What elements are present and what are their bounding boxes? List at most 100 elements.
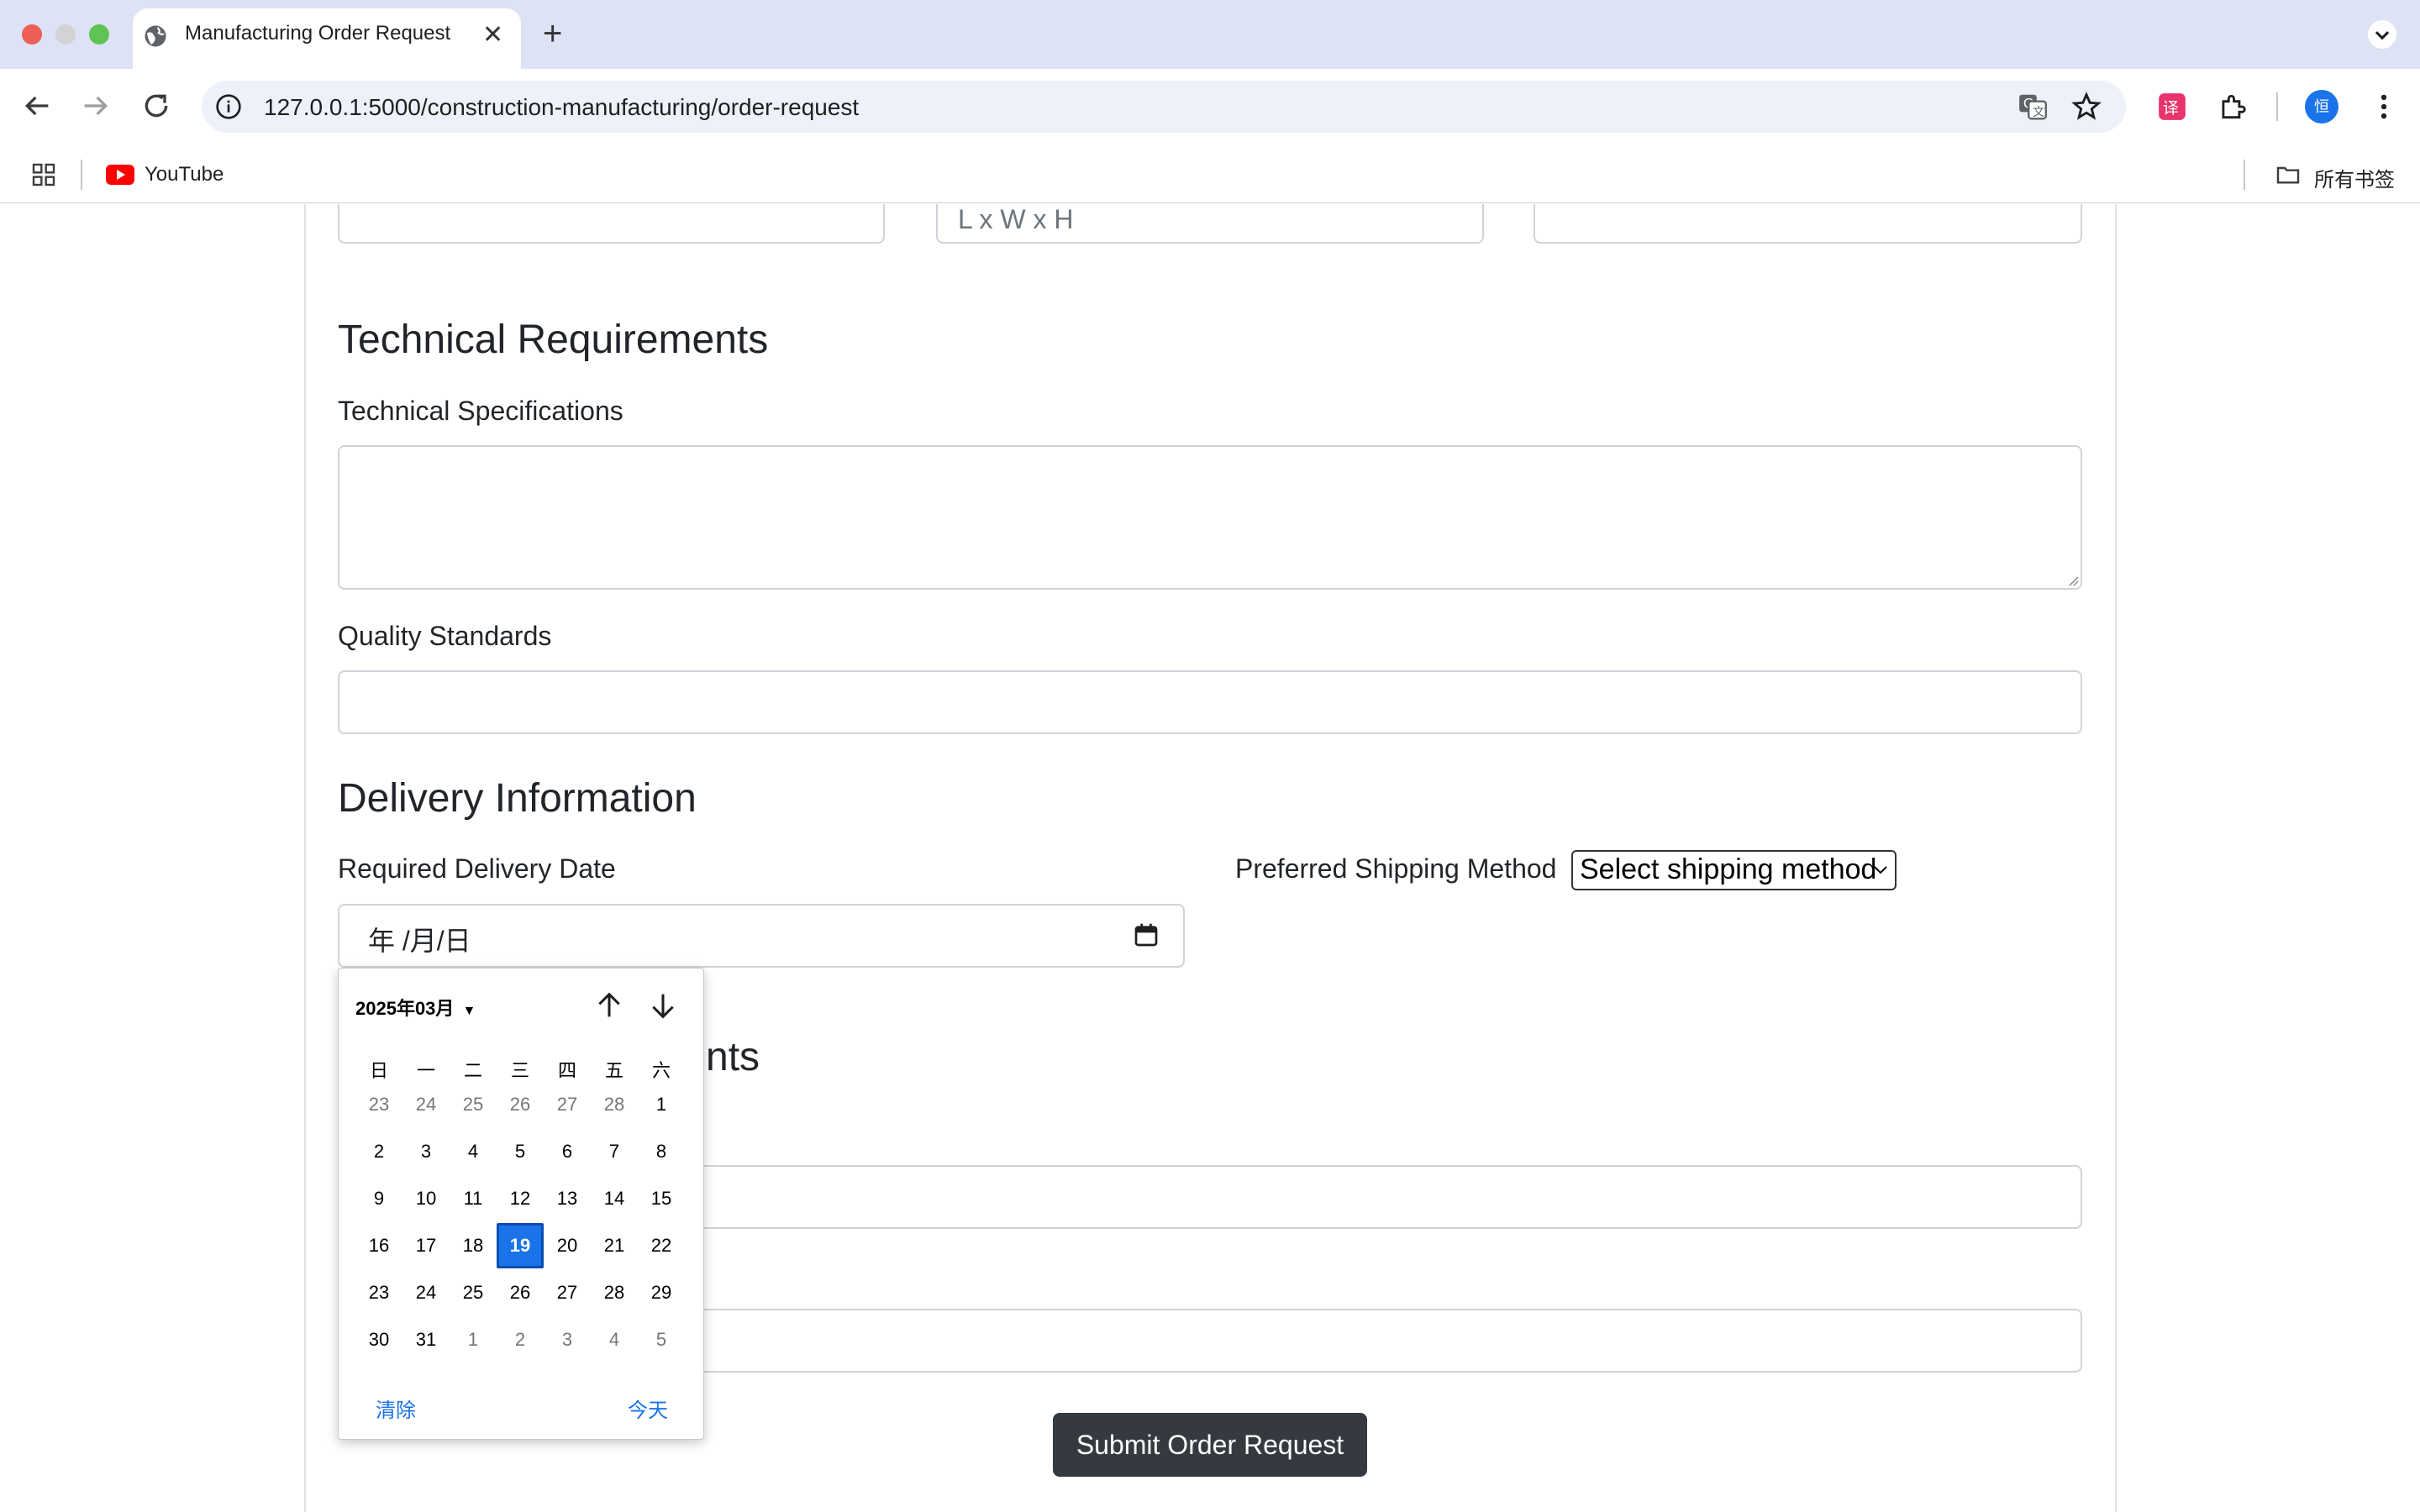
- calendar-day[interactable]: 6: [544, 1129, 591, 1174]
- maximize-window-button[interactable]: [89, 24, 109, 45]
- calendar-day[interactable]: 1: [638, 1082, 685, 1127]
- calendar-day[interactable]: 2: [497, 1317, 544, 1362]
- calendar-day[interactable]: 24: [402, 1082, 450, 1127]
- calendar-day[interactable]: 24: [402, 1270, 450, 1315]
- bookmarks-divider: [81, 160, 82, 190]
- calendar-day[interactable]: 20: [544, 1223, 591, 1268]
- calendar-day[interactable]: 2: [355, 1129, 402, 1174]
- weekday-header: 日: [369, 1060, 388, 1081]
- resize-handle-icon[interactable]: [2065, 573, 2079, 586]
- today-button[interactable]: 今天: [628, 1394, 668, 1423]
- calendar-day[interactable]: 16: [355, 1223, 402, 1268]
- calendar-day[interactable]: 10: [402, 1176, 450, 1221]
- translator-extension-icon[interactable]: 译: [2156, 91, 2188, 123]
- calendar-day[interactable]: 28: [591, 1082, 638, 1127]
- minimize-window-button[interactable]: [55, 24, 76, 45]
- close-window-button[interactable]: [22, 24, 42, 45]
- calendar-day[interactable]: 18: [450, 1223, 497, 1268]
- calendar-day[interactable]: 29: [638, 1270, 685, 1315]
- shipping-method-select[interactable]: Select shipping method: [1571, 850, 1897, 890]
- globe-icon: [145, 25, 166, 47]
- calendar-day[interactable]: 31: [402, 1317, 450, 1362]
- bookmarks-bar: [0, 144, 2420, 203]
- translate-icon[interactable]: G 文: [2017, 91, 2049, 123]
- month-year-selector[interactable]: 2025年03月 ▼: [355, 994, 476, 1021]
- calendar-day[interactable]: 21: [591, 1223, 638, 1268]
- dimensions-placeholder: L x W x H: [958, 204, 1074, 234]
- calendar-day[interactable]: 5: [497, 1129, 544, 1174]
- previous-month-arrow-icon[interactable]: [592, 989, 626, 1022]
- calendar-icon[interactable]: [1133, 921, 1160, 948]
- delivery-information-heading: Delivery Information: [338, 776, 697, 821]
- delivery-date-label: Required Delivery Date: [338, 853, 616, 884]
- calendar-day[interactable]: 12: [497, 1176, 544, 1221]
- page-content: L x W x H Technical Requirements Technic…: [0, 204, 2420, 1512]
- calendar-day[interactable]: 25: [450, 1082, 497, 1127]
- clear-date-button[interactable]: 清除: [376, 1394, 416, 1423]
- calendar-day[interactable]: 26: [497, 1082, 544, 1127]
- calendar-day[interactable]: 23: [355, 1082, 402, 1127]
- forward-arrow-icon[interactable]: [79, 89, 113, 123]
- quality-standards-input[interactable]: [338, 670, 2082, 734]
- calendar-day[interactable]: 11: [450, 1176, 497, 1221]
- calendar-day[interactable]: 15: [638, 1176, 685, 1221]
- back-arrow-icon[interactable]: [20, 89, 54, 123]
- shipping-method-label: Preferred Shipping Method: [1235, 853, 1557, 884]
- calendar-day[interactable]: 5: [638, 1317, 685, 1362]
- apps-grid-icon[interactable]: [30, 161, 57, 188]
- calendar-day[interactable]: 9: [355, 1176, 402, 1221]
- calendar-day[interactable]: 4: [591, 1317, 638, 1362]
- new-tab-icon[interactable]: +: [543, 15, 562, 53]
- reload-icon[interactable]: [139, 89, 173, 123]
- calendar-day[interactable]: 3: [402, 1129, 450, 1174]
- more-menu-icon[interactable]: [2368, 91, 2400, 123]
- weekday-header: 二: [463, 1060, 482, 1081]
- calendar-day[interactable]: 25: [450, 1270, 497, 1315]
- calendar-day[interactable]: 14: [591, 1176, 638, 1221]
- folder-icon: [2276, 166, 2300, 184]
- chevron-down-icon[interactable]: [2368, 20, 2396, 49]
- technical-specifications-label: Technical Specifications: [338, 396, 623, 426]
- delivery-date-value: 年 /月/日: [368, 926, 471, 956]
- tab-title: Manufacturing Order Request: [185, 22, 451, 45]
- calendar-day[interactable]: 28: [591, 1270, 638, 1315]
- calendar-day[interactable]: 17: [402, 1223, 450, 1268]
- bookmark-youtube[interactable]: YouTube: [145, 163, 224, 186]
- material-input[interactable]: [338, 204, 885, 244]
- weekday-header: 一: [416, 1060, 435, 1081]
- submit-order-button[interactable]: Submit Order Request: [1053, 1413, 1367, 1477]
- calendar-day[interactable]: 26: [497, 1270, 544, 1315]
- toolbar-divider: [2276, 92, 2278, 121]
- calendar-day[interactable]: 23: [355, 1270, 402, 1315]
- calendar-day[interactable]: 8: [638, 1129, 685, 1174]
- profile-avatar[interactable]: 恒: [2305, 90, 2338, 123]
- technical-specifications-textarea[interactable]: [338, 445, 2082, 590]
- calendar-day-selected[interactable]: 19: [497, 1223, 544, 1268]
- svg-text:文: 文: [2033, 105, 2044, 119]
- calendar-day[interactable]: 30: [355, 1317, 402, 1362]
- calendar-day[interactable]: 22: [638, 1223, 685, 1268]
- tab-close-icon[interactable]: ✕: [482, 20, 503, 50]
- calendar-day[interactable]: 27: [544, 1270, 591, 1315]
- shipping-method-selected: Select shipping method: [1580, 853, 1877, 885]
- site-info-icon[interactable]: [215, 93, 242, 120]
- caret-down-icon: ▼: [462, 1004, 476, 1018]
- month-year-label: 2025年03月: [355, 998, 455, 1019]
- calendar-day[interactable]: 13: [544, 1176, 591, 1221]
- calendar-day[interactable]: 27: [544, 1082, 591, 1127]
- chevron-down-icon: [1874, 866, 1887, 874]
- extensions-puzzle-icon[interactable]: [2217, 91, 2249, 123]
- all-bookmarks[interactable]: 所有书签: [2314, 163, 2395, 192]
- calendar-day[interactable]: 4: [450, 1129, 497, 1174]
- calendar-day[interactable]: 1: [450, 1317, 497, 1362]
- quantity-input[interactable]: [1534, 204, 2082, 244]
- bookmark-star-icon[interactable]: [2070, 91, 2102, 123]
- calendar-day[interactable]: 3: [544, 1317, 591, 1362]
- calendar-day[interactable]: 7: [591, 1129, 638, 1174]
- weekday-header: 四: [557, 1060, 576, 1081]
- url-text[interactable]: 127.0.0.1:5000/construction-manufacturin…: [264, 94, 859, 121]
- additional-requirements-heading-fragment: nts: [706, 1035, 760, 1079]
- youtube-icon: [106, 165, 134, 185]
- next-month-arrow-icon[interactable]: [646, 989, 680, 1022]
- weekday-header: 六: [651, 1060, 671, 1081]
